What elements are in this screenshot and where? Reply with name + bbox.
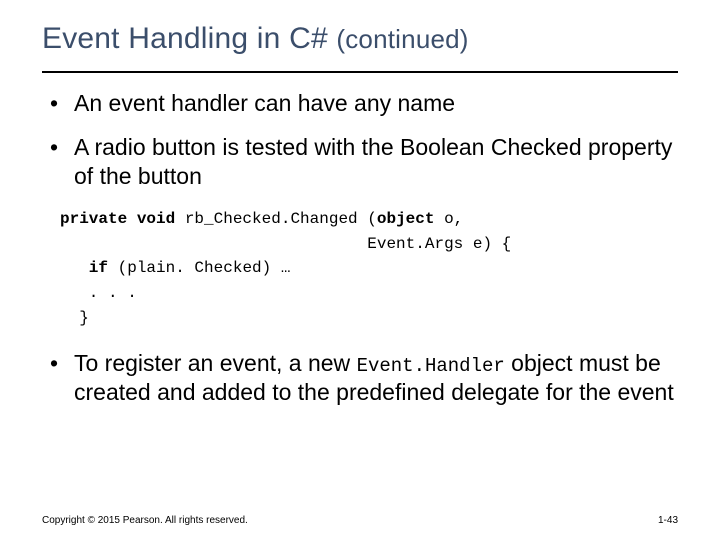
page-number: 1-43: [658, 515, 678, 526]
slide-title: Event Handling in C# (continued): [42, 22, 678, 57]
title-main: Event Handling in C#: [42, 22, 336, 55]
code-kw-object: object: [377, 210, 435, 228]
code-l4: . . .: [60, 284, 137, 302]
body-list-2: To register an event, a new Event.Handle…: [0, 349, 720, 408]
slide: Event Handling in C# (continued) An even…: [0, 0, 720, 540]
code-l3-rest: (plain. Checked) …: [108, 259, 290, 277]
code-block: private void rb_Checked.Changed (object …: [60, 207, 720, 331]
bullet-3: To register an event, a new Event.Handle…: [46, 349, 674, 408]
title-continued: (continued): [336, 24, 468, 54]
code-kw-private-void: private void: [60, 210, 175, 228]
code-kw-if: if: [60, 259, 108, 277]
bullet-1: An event handler can have any name: [46, 89, 674, 118]
bullet-3-code: Event.Handler: [357, 355, 505, 377]
code-l2: Event.Args e) {: [60, 235, 511, 253]
code-l1-end: o,: [434, 210, 463, 228]
code-l5: }: [60, 309, 89, 327]
code-l1-mid: rb_Checked.Changed (: [175, 210, 377, 228]
bullet-2: A radio button is tested with the Boolea…: [46, 133, 674, 191]
copyright-text: Copyright © 2015 Pearson. All rights res…: [42, 515, 248, 526]
body-list: An event handler can have any name A rad…: [0, 73, 720, 191]
title-wrap: Event Handling in C# (continued): [0, 0, 720, 63]
footer: Copyright © 2015 Pearson. All rights res…: [42, 515, 678, 526]
bullet-3-pre: To register an event, a new: [74, 350, 357, 376]
